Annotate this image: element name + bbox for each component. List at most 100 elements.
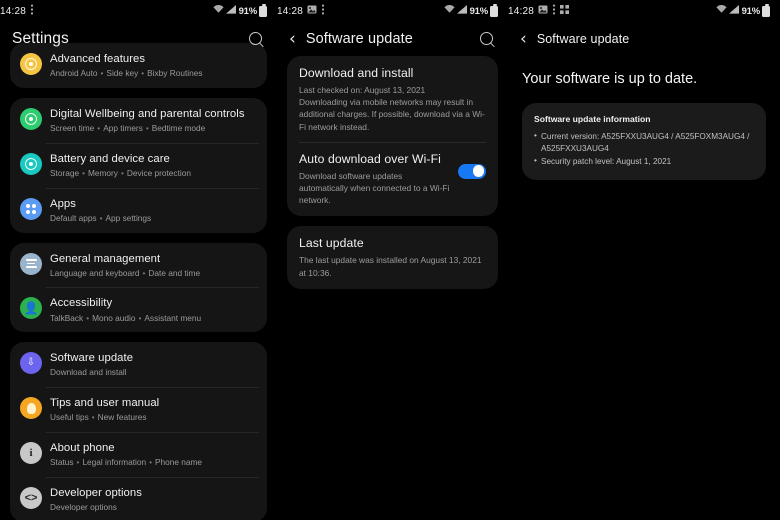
settings-item-title: General management — [50, 252, 161, 265]
info-bullet-list: Current version: A525FXXU3AUG4 / A525FOX… — [534, 130, 754, 168]
settings-item-text: General management Language and keyboard •… — [50, 252, 257, 279]
settings-item-subtitle: Screen time • App timers • Bedtime mode — [50, 123, 206, 133]
search-icon[interactable] — [479, 31, 496, 48]
battery-icon — [490, 4, 498, 17]
signal-icon — [225, 5, 237, 17]
settings-group-card: ⇩ Software update Download and install Tips… — [10, 342, 267, 520]
settings-item-title: Apps — [50, 197, 76, 210]
software-update-app-bar: ‹ Software update — [508, 22, 780, 56]
settings-item-title: Digital Wellbeing and parental controls — [50, 107, 245, 120]
settings-item-text: About phone Status • Legal information • Phon… — [50, 441, 257, 468]
settings-group-card: General management Language and keyboard •… — [10, 242, 267, 333]
sidebar-item-advanced-features[interactable]: Advanced features Android Auto • Side key • B… — [10, 43, 267, 88]
developer-options-icon: <> — [20, 487, 42, 510]
general-management-icon — [20, 252, 42, 275]
settings-item-title: Developer options — [50, 487, 142, 500]
sidebar-item-about-phone[interactable]: i About phone Status • Legal information • Pho… — [10, 432, 267, 477]
notification-dots-icon — [321, 4, 325, 18]
last-checked-text: Last checked on: August 13, 2021 — [299, 85, 426, 95]
sidebar-item-digital-wellbeing-and-parental-controls[interactable]: Digital Wellbeing and parental controls S… — [10, 98, 267, 143]
settings-list: Advanced features Android Auto • Side key • B… — [0, 43, 277, 520]
last-update-card[interactable]: Last update The last update was installe… — [287, 226, 498, 289]
settings-item-title: Battery and device care — [50, 152, 170, 165]
status-time: 14:28 — [0, 5, 27, 17]
auto-download-description: Download software updates automatically … — [299, 170, 450, 206]
settings-item-text: Battery and device care Storage • Memory • De… — [50, 152, 257, 179]
status-bar-2: 14:28 91% — [277, 0, 508, 22]
info-card-heading: Software update information — [534, 113, 651, 124]
sidebar-item-tips-and-user-manual[interactable]: Tips and user manual Useful tips • New feat… — [10, 387, 267, 432]
settings-group-card: Digital Wellbeing and parental controls S… — [10, 97, 267, 233]
battery-percent: 91% — [469, 5, 489, 17]
status-bar-1: 14:28 91% — [0, 0, 277, 22]
apps-grid-icon — [560, 5, 570, 17]
sidebar-item-battery-and-device-care[interactable]: Battery and device care Storage • Memory • De… — [10, 142, 267, 188]
settings-item-text: Digital Wellbeing and parental controls S… — [50, 107, 257, 134]
sidebar-item-apps[interactable]: Apps Default apps • App settings — [10, 187, 267, 233]
sidebar-item-developer-options[interactable]: <> Developer options Developer options — [10, 477, 267, 520]
card-divider — [299, 141, 486, 143]
settings-item-subtitle: Status • Legal information • Phone name — [50, 457, 203, 468]
battery-care-icon — [20, 152, 42, 175]
back-chevron-icon[interactable]: ‹ — [289, 30, 296, 48]
download-install-card[interactable]: Download and install Last checked on: Au… — [287, 56, 498, 217]
settings-item-text: Developer options Developer options — [50, 486, 257, 513]
three-phone-screenshots: 14:28 91% Settings Advanced features Andr… — [0, 0, 780, 520]
settings-item-subtitle: Useful tips • New features — [50, 412, 147, 423]
battery-icon — [259, 4, 267, 17]
phone-screen-settings: 14:28 91% Settings Advanced features Andr… — [0, 0, 277, 520]
sidebar-item-accessibility[interactable]: 👤 Accessibility TalkBack • Mono audio • Assist… — [10, 287, 267, 332]
battery-percent: 91% — [238, 5, 258, 17]
sidebar-item-general-management[interactable]: General management Language and keyboard •… — [10, 243, 267, 288]
image-icon — [307, 5, 317, 17]
info-bullet: Current version: A525FXXU3AUG4 / A525FOX… — [534, 130, 754, 155]
signal-icon — [728, 5, 740, 17]
battery-icon — [762, 4, 770, 17]
settings-item-text: Apps Default apps • App settings — [50, 197, 257, 224]
notification-dots-icon — [552, 4, 556, 18]
up-to-date-headline: Your software is up to date. — [522, 71, 698, 87]
settings-item-subtitle: Android Auto • Side key • Bixby Routines — [50, 68, 203, 79]
image-icon — [538, 5, 548, 17]
status-time: 14:28 — [508, 5, 535, 17]
signal-icon — [456, 5, 468, 17]
last-update-title: Last update — [299, 236, 364, 251]
settings-item-subtitle: Default apps • App settings — [50, 212, 152, 223]
notification-dots-icon — [30, 4, 34, 18]
about-phone-icon: i — [20, 442, 42, 465]
settings-item-title: Advanced features — [50, 53, 146, 65]
accessibility-icon: 👤 — [20, 297, 42, 320]
download-install-title: Download and install — [299, 66, 414, 80]
settings-item-title: Tips and user manual — [50, 397, 160, 410]
phone-screen-up-to-date: 14:28 91% ‹ Software update Your softwar… — [508, 0, 780, 520]
settings-item-subtitle: Storage • Memory • Device protection — [50, 167, 191, 178]
download-install-description: Downloading via mobile networks may resu… — [299, 97, 485, 132]
page-title: Software update — [536, 32, 630, 46]
status-bar-3: 14:28 91% — [508, 0, 780, 22]
auto-download-section[interactable]: Auto download over Wi-Fi Download softwa… — [299, 152, 486, 207]
settings-item-subtitle: TalkBack • Mono audio • Assistant menu — [50, 312, 202, 323]
back-chevron-icon[interactable]: ‹ — [520, 30, 527, 48]
auto-download-title: Auto download over Wi-Fi — [299, 151, 441, 166]
wifi-icon — [212, 4, 224, 17]
settings-item-text: Accessibility TalkBack • Mono audio • Assista… — [50, 296, 257, 323]
settings-item-subtitle: Language and keyboard • Date and time — [50, 267, 201, 278]
tips-icon — [20, 397, 42, 420]
settings-item-subtitle: Developer options — [50, 502, 117, 513]
settings-item-text: Tips and user manual Useful tips • New feat… — [50, 396, 257, 423]
software-update-app-bar: ‹ Software update — [277, 22, 508, 56]
apps-icon — [20, 197, 42, 220]
digital-wellbeing-icon — [20, 107, 42, 130]
software-update-information-card: Software update information Current vers… — [522, 102, 766, 180]
wifi-icon — [443, 4, 455, 17]
auto-download-toggle[interactable] — [458, 163, 486, 179]
download-install-section[interactable]: Download and install Last checked on: Au… — [299, 66, 486, 133]
settings-item-text: Software update Download and install — [50, 351, 257, 378]
sidebar-item-software-update[interactable]: ⇩ Software update Download and install — [10, 342, 267, 387]
battery-percent: 91% — [741, 5, 761, 17]
software-update-icon: ⇩ — [20, 352, 42, 375]
page-title: Software update — [305, 31, 413, 47]
settings-item-text: Advanced features Android Auto • Side key • B… — [50, 52, 257, 79]
phone-screen-software-update: 14:28 91% ‹ Software update Download and… — [277, 0, 508, 520]
settings-group-card: Advanced features Android Auto • Side key • B… — [10, 43, 267, 88]
